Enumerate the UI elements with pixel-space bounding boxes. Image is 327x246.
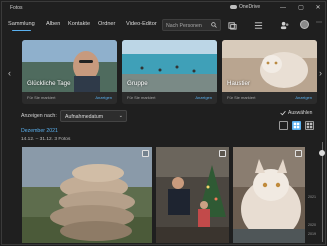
list-view-icon[interactable] [254,21,263,30]
photos-app-window: Fotos OneDrive — ▢ ✕ Sammlung Alben Kont… [1,1,326,245]
chevron-down-icon: ⌄ [118,113,123,119]
memory-card-caption: Für Sie markiert [127,95,156,100]
memory-card-title: Haustier [227,80,251,87]
memory-card-caption: Für Sie markiert [227,95,256,100]
select-check-icon [280,110,286,116]
date-group-subtitle: 14.12. – 31.12. 3 Fotos [21,137,71,142]
memory-card[interactable]: Haustier Für Sie markiert Anzeigen [222,40,317,104]
photo-tile[interactable] [156,147,229,243]
grid-icon [293,122,300,129]
title-bar: Fotos OneDrive — ▢ ✕ [2,2,325,15]
sort-value: Aufnahmedatum [65,113,104,120]
top-navigation: Sammlung Alben Kontakte Ordner Video-Edi… [2,16,325,34]
memory-card[interactable]: Glückliche Tage Für Sie markiert Anzeige… [22,40,117,104]
photo-image [233,147,305,243]
memory-card-caption: Für Sie markiert [27,95,56,100]
memory-card-title: Gruppe [127,80,148,87]
timeline-thumb[interactable] [319,150,325,156]
memory-card-show-link[interactable]: Anzeigen [295,95,312,100]
memory-card-show-link[interactable]: Anzeigen [95,95,112,100]
search-box [162,19,221,31]
timeline-year[interactable]: 2021 [308,195,316,199]
memory-card-title: Glückliche Tage [27,80,71,87]
maximize-button[interactable]: ▢ [296,3,306,13]
view-medium-tiles-icon[interactable] [292,121,301,130]
import-icon[interactable] [228,21,237,30]
tab-sammlung[interactable]: Sammlung [8,21,35,31]
timeline-year[interactable]: 2020 [308,223,316,227]
photo-image [22,147,152,243]
app-title: Fotos [10,5,23,11]
timeline-year[interactable]: 2019 [308,232,316,236]
account-avatar[interactable] [300,20,309,29]
tab-ordner[interactable]: Ordner [98,21,115,27]
people-icon[interactable] [280,21,289,30]
photo-select-checkbox[interactable] [219,150,226,157]
close-button[interactable]: ✕ [313,3,323,13]
photo-tile[interactable] [233,147,305,243]
memory-card-footer: Für Sie markiert Anzeigen [22,92,117,104]
select-label: Auswählen [288,110,313,116]
sort-dropdown[interactable]: Aufnahmedatum ⌄ [60,110,127,122]
onedrive-label: OneDrive [239,4,261,10]
photo-select-checkbox[interactable] [295,150,302,157]
photo-select-checkbox[interactable] [142,150,149,157]
memory-card-footer: Für Sie markiert Anzeigen [222,92,317,104]
carousel-next-icon[interactable]: › [319,68,322,78]
sort-label: Anzeigen nach: [21,113,57,119]
date-group-title[interactable]: Dezember 2021 [21,128,58,134]
tab-video-editor[interactable]: Video-Editor [126,21,157,27]
carousel-prev-icon[interactable]: ‹ [8,68,11,78]
timeline-track [321,142,323,242]
search-icon[interactable] [211,22,217,28]
more-options-icon[interactable]: ⋯ [316,19,322,26]
photo-image [156,147,229,243]
tab-alben[interactable]: Alben [46,21,60,27]
tab-kontakte[interactable]: Kontakte [68,21,90,27]
onedrive-button[interactable]: OneDrive [230,4,260,10]
memory-card-footer: Für Sie markiert Anzeigen [122,92,217,104]
view-large-tiles-icon[interactable] [305,121,314,130]
memory-card-show-link[interactable]: Anzeigen [195,95,212,100]
photo-tile[interactable] [22,147,152,243]
minimize-button[interactable]: — [278,3,288,13]
cloud-icon [230,5,237,9]
view-small-tiles-icon[interactable] [279,121,288,130]
grid-icon [306,122,313,129]
search-input[interactable] [166,21,210,30]
timeline-scrubber[interactable] [319,142,325,242]
select-button[interactable]: Auswählen [280,110,312,116]
memory-card[interactable]: Gruppe Für Sie markiert Anzeigen [122,40,217,104]
